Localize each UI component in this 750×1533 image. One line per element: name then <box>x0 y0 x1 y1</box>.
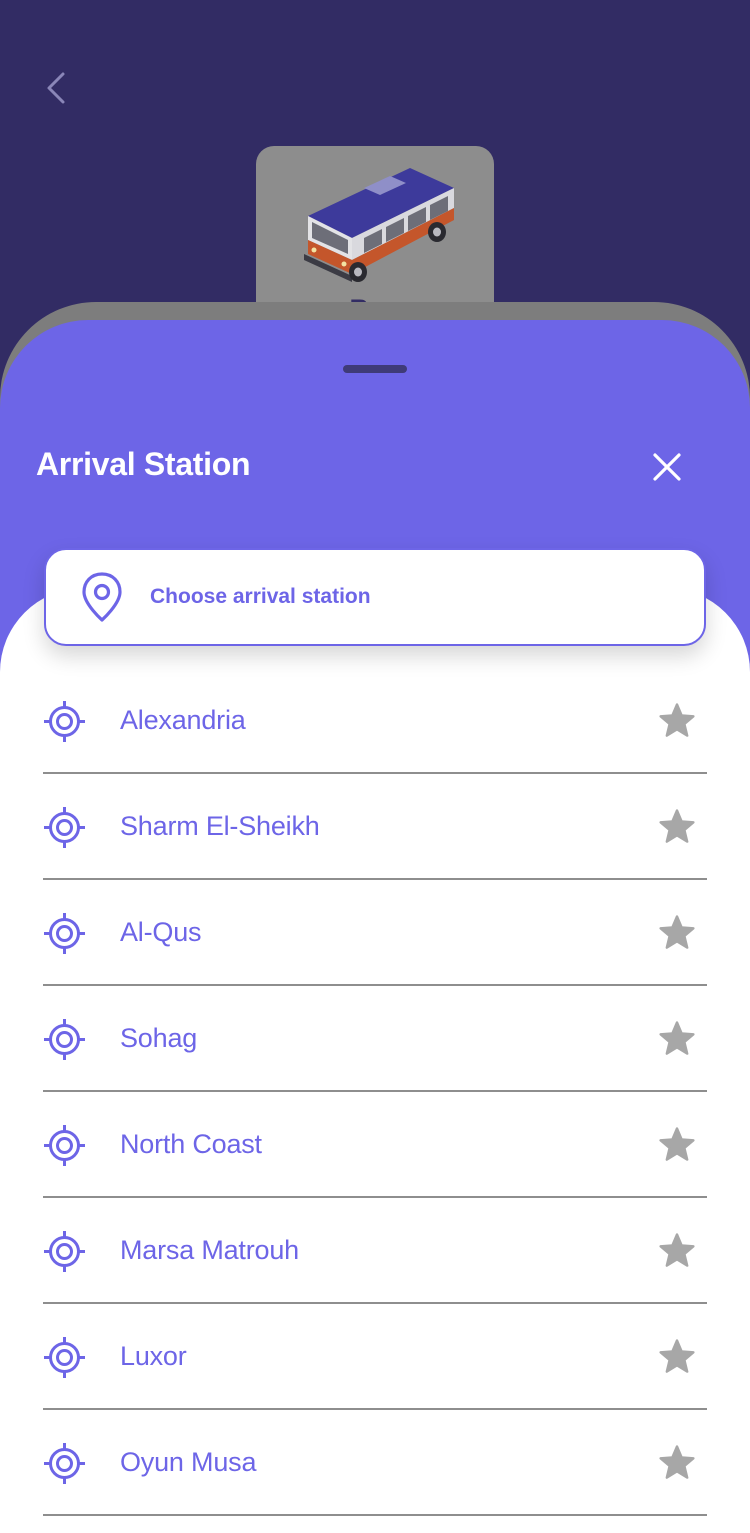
star-icon[interactable] <box>658 1444 696 1482</box>
station-name: Alexandria <box>120 705 246 735</box>
star-icon[interactable] <box>658 1338 696 1376</box>
star-icon[interactable] <box>658 1126 696 1164</box>
location-target-icon <box>44 913 85 954</box>
station-name: Oyun Musa <box>120 1447 257 1477</box>
station-name: Al-Qus <box>120 917 202 947</box>
station-name: Sohag <box>120 1023 198 1053</box>
chevron-left-icon <box>47 72 65 104</box>
back-button[interactable] <box>36 66 76 110</box>
sheet-title: Arrival Station <box>36 446 251 482</box>
sheet-grabber[interactable] <box>343 365 407 373</box>
star-icon[interactable] <box>658 1020 696 1058</box>
station-row-luxor[interactable]: Luxor <box>0 1304 750 1410</box>
station-row-north-coast[interactable]: North Coast <box>0 1092 750 1198</box>
location-target-icon <box>44 1337 85 1378</box>
station-name: Sharm El-Sheikh <box>120 811 320 841</box>
star-icon[interactable] <box>658 702 696 740</box>
close-icon <box>653 453 681 481</box>
map-pin-icon <box>82 572 122 622</box>
bus-illustration <box>304 168 454 282</box>
station-row-al-qus[interactable]: Al-Qus <box>0 880 750 986</box>
close-button[interactable] <box>646 446 688 488</box>
station-name: Marsa Matrouh <box>120 1235 299 1265</box>
station-row-oyun-musa[interactable]: Oyun Musa <box>0 1410 750 1516</box>
star-icon[interactable] <box>658 808 696 846</box>
location-target-icon <box>44 1443 85 1484</box>
station-row-sohag[interactable]: Sohag <box>0 986 750 1092</box>
star-icon[interactable] <box>658 1232 696 1270</box>
station-name: North Coast <box>120 1129 262 1159</box>
star-icon[interactable] <box>658 914 696 952</box>
row-divider <box>43 1514 707 1516</box>
arrival-station-search-field[interactable]: Choose arrival station <box>44 548 706 646</box>
location-target-icon <box>44 1125 85 1166</box>
location-target-icon <box>44 1019 85 1060</box>
location-target-icon <box>44 1231 85 1272</box>
station-row-alexandria[interactable]: Alexandria <box>0 668 750 774</box>
location-target-icon <box>44 807 85 848</box>
location-target-icon <box>44 701 85 742</box>
station-list: Alexandria Sharm El-Sheikh Al-Qus Sohag … <box>0 668 750 1516</box>
station-row-sharm-el-sheikh[interactable]: Sharm El-Sheikh <box>0 774 750 880</box>
station-row-marsa-matrouh[interactable]: Marsa Matrouh <box>0 1198 750 1304</box>
search-placeholder: Choose arrival station <box>150 585 371 608</box>
station-name: Luxor <box>120 1341 187 1371</box>
